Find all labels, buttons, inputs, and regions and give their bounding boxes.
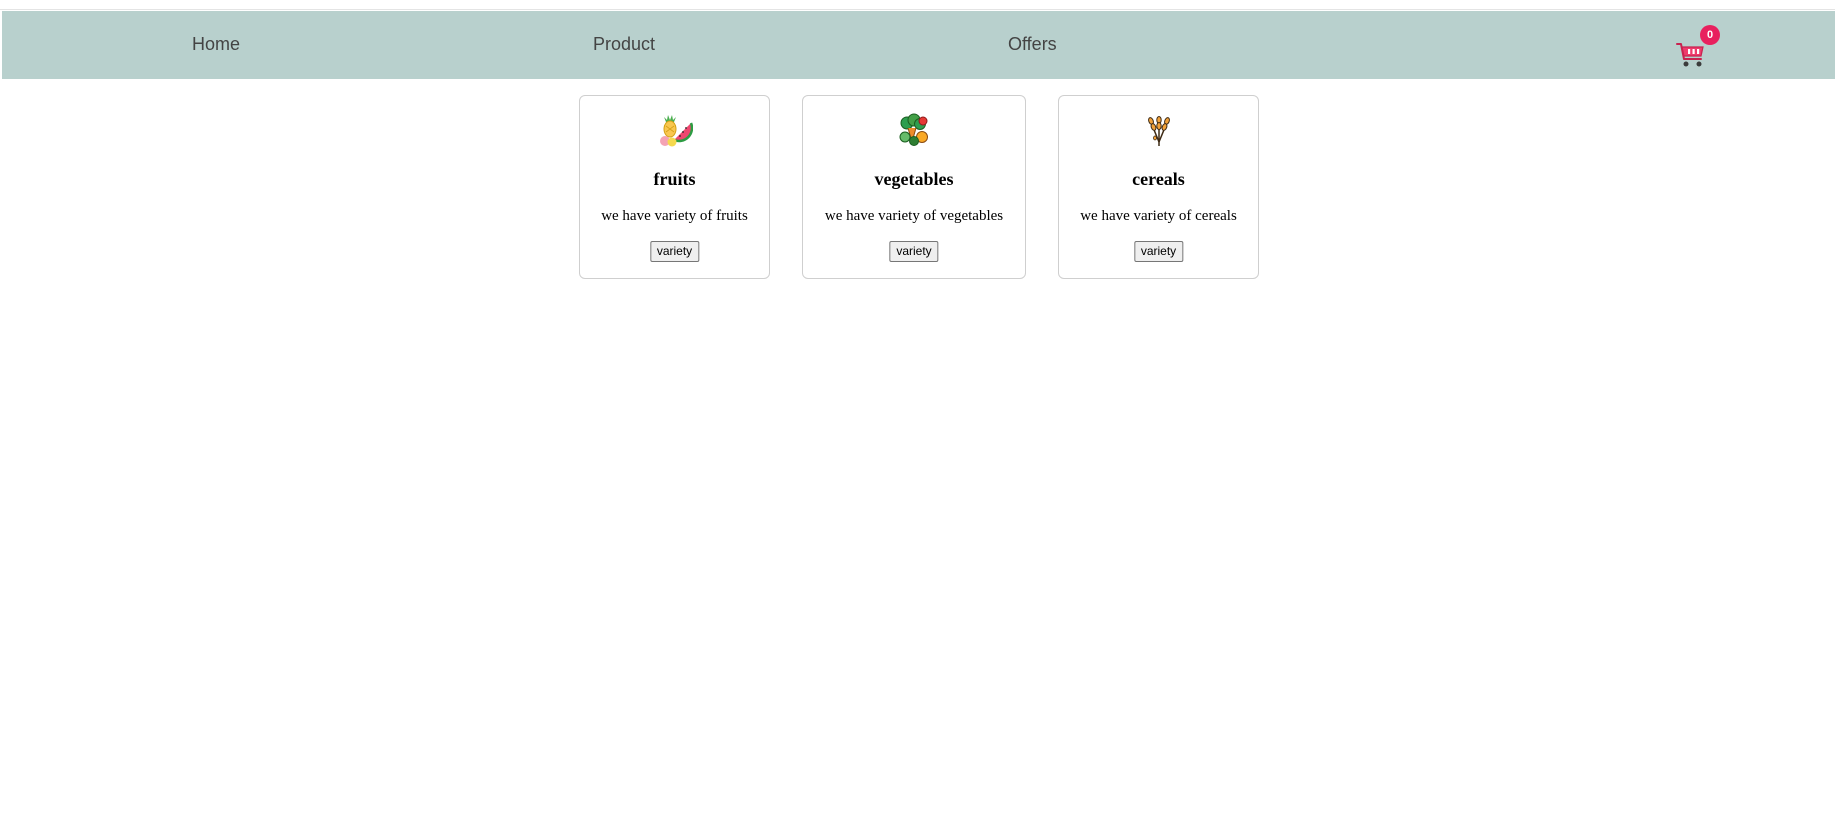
vegetables-icon <box>899 113 928 146</box>
card-description: we have variety of vegetables <box>824 208 1004 224</box>
product-card-cereals: cereals we have variety of cereals varie… <box>1058 95 1259 279</box>
top-navbar: Home Product Offers 0 <box>2 11 1835 79</box>
card-title: fruits <box>653 169 696 189</box>
browser-top-edge <box>0 0 1835 10</box>
cart-count-badge: 0 <box>1700 25 1720 45</box>
variety-button[interactable]: variety <box>649 241 700 262</box>
nav-home-link[interactable]: Home <box>192 33 240 55</box>
fruits-icon <box>659 115 693 147</box>
shopping-cart-icon <box>1676 43 1704 67</box>
cart-button[interactable]: 0 <box>1674 25 1722 71</box>
product-card-vegetables: vegetables we have variety of vegetables… <box>802 95 1026 279</box>
card-description: we have variety of cereals <box>1080 208 1237 224</box>
card-title: vegetables <box>874 169 954 189</box>
variety-button[interactable]: variety <box>889 241 939 262</box>
variety-button[interactable]: variety <box>1133 241 1184 262</box>
card-description: we have variety of fruits <box>601 208 748 224</box>
product-card-fruits: fruits we have variety of fruits variety <box>579 95 770 279</box>
nav-product-link[interactable]: Product <box>593 33 655 55</box>
card-title: cereals <box>1132 169 1185 189</box>
cereals-icon <box>1147 116 1170 146</box>
nav-offers-link[interactable]: Offers <box>1008 33 1057 55</box>
